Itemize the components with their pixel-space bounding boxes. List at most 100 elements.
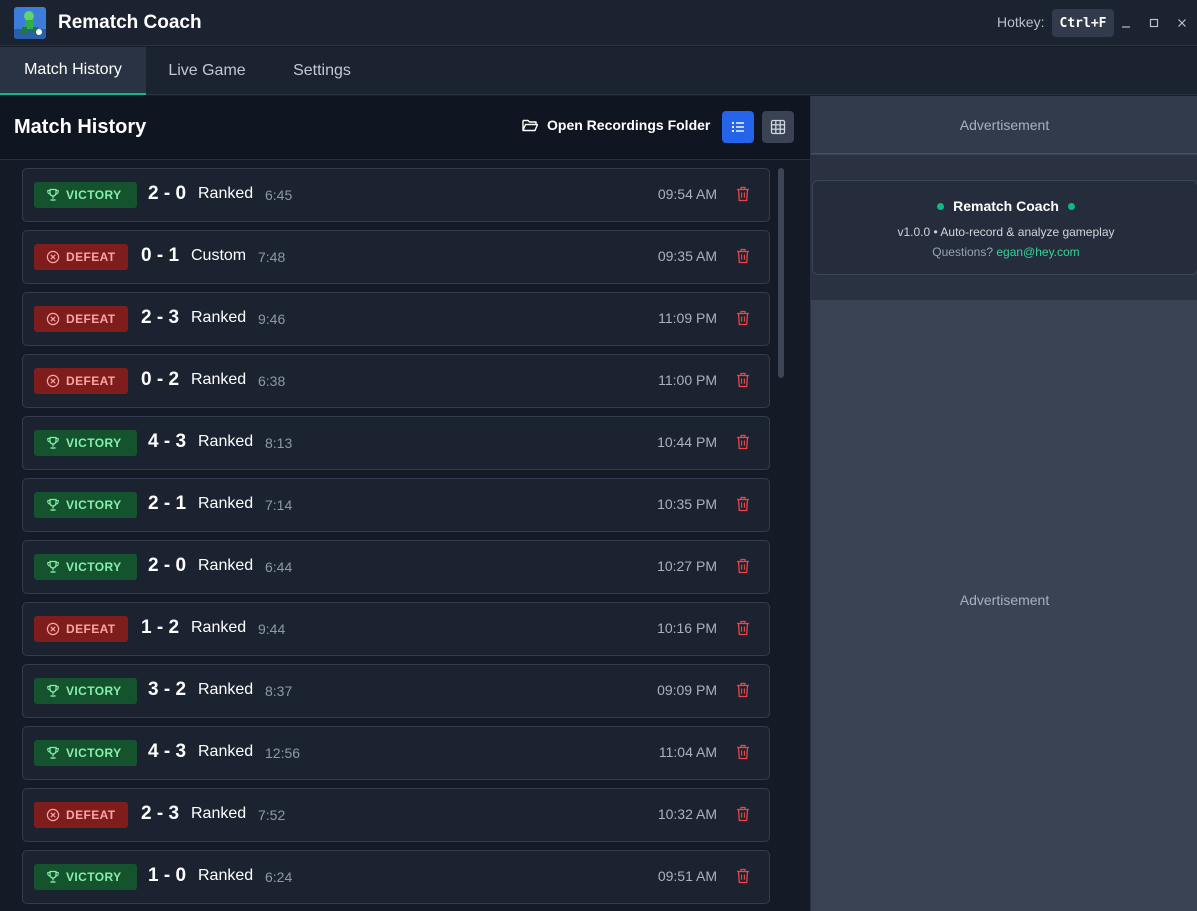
match-mode: Ranked: [191, 309, 247, 326]
match-mode: Ranked: [191, 371, 247, 388]
advertisement-banner-middle[interactable]: Advertisement: [811, 300, 1197, 900]
match-row[interactable]: VICTORY 3 - 2 Ranked 8:37 09:09 PM: [22, 664, 770, 718]
maximize-icon: [1149, 18, 1159, 28]
match-time: 10:35 PM: [657, 496, 717, 512]
page-title: Match History: [14, 116, 147, 138]
delete-match-button[interactable]: [736, 434, 752, 452]
match-row[interactable]: VICTORY 2 - 0 Ranked 6:44 10:27 PM: [22, 540, 770, 594]
delete-match-button[interactable]: [736, 868, 752, 886]
match-time: 10:32 AM: [657, 806, 717, 822]
hotkey-badge[interactable]: Ctrl+F: [1052, 9, 1114, 37]
match-row[interactable]: VICTORY 1 - 0 Ranked 6:24 09:51 AM: [22, 850, 770, 904]
close-button[interactable]: [1172, 12, 1192, 34]
defeat-badge: DEFEAT: [34, 616, 128, 642]
victory-badge: VICTORY: [34, 864, 137, 890]
open-recordings-folder-label: Open Recordings Folder: [547, 117, 711, 133]
result-label: VICTORY: [66, 436, 122, 450]
match-duration: 8:13: [265, 435, 293, 451]
delete-match-button[interactable]: [736, 682, 752, 700]
match-duration: 7:52: [258, 807, 286, 823]
victory-badge: VICTORY: [34, 492, 137, 518]
match-mode: Ranked: [198, 185, 254, 202]
x-circle-icon: [46, 374, 60, 388]
match-time: 10:16 PM: [657, 620, 717, 636]
match-duration: 6:44: [265, 559, 293, 575]
delete-match-button[interactable]: [736, 372, 752, 390]
match-time: 11:09 PM: [658, 310, 717, 326]
hotkey-label: Hotkey:: [997, 14, 1045, 30]
match-time: 11:04 AM: [658, 744, 717, 760]
status-dot-icon: [1067, 202, 1075, 210]
match-history-panel: Match History Open Recordings Folder VIC…: [0, 96, 810, 911]
match-duration: 7:48: [258, 249, 286, 265]
tab-settings[interactable]: Settings: [268, 47, 376, 95]
delete-match-button[interactable]: [736, 558, 752, 576]
x-circle-icon: [46, 808, 60, 822]
delete-match-button[interactable]: [736, 310, 752, 328]
match-row[interactable]: VICTORY 4 - 3 Ranked 8:13 10:44 PM: [22, 416, 770, 470]
defeat-badge: DEFEAT: [34, 244, 128, 270]
tab-bar: Match History Live Game Settings: [0, 47, 1197, 95]
match-duration: 6:24: [265, 869, 293, 885]
match-row[interactable]: VICTORY 4 - 3 Ranked 12:56 11:04 AM: [22, 726, 770, 780]
match-score: 2 - 0: [148, 183, 187, 204]
match-score: 2 - 3: [141, 803, 180, 824]
trophy-icon: [47, 188, 59, 201]
victory-badge: VICTORY: [34, 430, 137, 456]
trash-icon: [737, 434, 749, 450]
victory-badge: VICTORY: [34, 554, 137, 580]
app-info-card: Rematch Coach v1.0.0 • Auto-record & ana…: [812, 180, 1197, 275]
tab-live-game[interactable]: Live Game: [146, 47, 268, 95]
match-mode: Ranked: [198, 557, 254, 574]
trash-icon: [737, 558, 749, 574]
match-row[interactable]: VICTORY 2 - 1 Ranked 7:14 10:35 PM: [22, 478, 770, 532]
list-view-button[interactable]: [722, 111, 754, 143]
close-icon: [1178, 19, 1186, 27]
delete-match-button[interactable]: [736, 806, 752, 824]
delete-match-button[interactable]: [736, 744, 752, 762]
result-label: VICTORY: [66, 560, 122, 574]
questions-line: Questions? egan@hey.com: [813, 245, 1197, 259]
match-row[interactable]: DEFEAT 0 - 2 Ranked 6:38 11:00 PM: [22, 354, 770, 408]
match-row[interactable]: DEFEAT 2 - 3 Ranked 9:46 11:09 PM: [22, 292, 770, 346]
title-bar: Rematch Coach Hotkey: Ctrl+F: [0, 0, 1197, 46]
match-mode: Ranked: [198, 867, 254, 884]
match-duration: 12:56: [265, 745, 301, 761]
result-label: VICTORY: [66, 684, 122, 698]
contact-email-link[interactable]: egan@hey.com: [996, 245, 1079, 259]
folder-open-icon: [522, 119, 538, 132]
grid-view-button[interactable]: [762, 111, 794, 143]
trash-icon: [737, 620, 749, 636]
trash-icon: [737, 682, 749, 698]
match-time: 09:09 PM: [657, 682, 717, 698]
minimize-icon: [1122, 26, 1130, 28]
match-duration: 6:38: [258, 373, 286, 389]
match-row[interactable]: DEFEAT 1 - 2 Ranked 9:44 10:16 PM: [22, 602, 770, 656]
delete-match-button[interactable]: [736, 496, 752, 514]
result-label: DEFEAT: [66, 622, 116, 636]
maximize-button[interactable]: [1144, 12, 1164, 34]
status-dot-icon: [937, 202, 945, 210]
delete-match-button[interactable]: [736, 186, 752, 204]
result-label: VICTORY: [66, 498, 122, 512]
trash-icon: [737, 310, 749, 326]
match-time: 09:51 AM: [657, 868, 717, 884]
match-row[interactable]: DEFEAT 0 - 1 Custom 7:48 09:35 AM: [22, 230, 770, 284]
match-duration: 6:45: [265, 187, 293, 203]
minimize-button[interactable]: [1116, 12, 1136, 34]
delete-match-button[interactable]: [736, 620, 752, 638]
trophy-icon: [47, 560, 59, 573]
open-recordings-folder-button[interactable]: Open Recordings Folder: [522, 117, 710, 133]
app-title: Rematch Coach: [58, 12, 202, 33]
match-score: 1 - 0: [148, 865, 187, 886]
match-row[interactable]: VICTORY 2 - 0 Ranked 6:45 09:54 AM: [22, 168, 770, 222]
advertisement-banner-top[interactable]: Advertisement: [811, 96, 1197, 154]
tab-match-history[interactable]: Match History: [0, 47, 146, 95]
scrollbar-thumb[interactable]: [778, 168, 784, 378]
match-row[interactable]: DEFEAT 2 - 3 Ranked 7:52 10:32 AM: [22, 788, 770, 842]
match-score: 4 - 3: [148, 741, 187, 762]
delete-match-button[interactable]: [736, 248, 752, 266]
trash-icon: [737, 744, 749, 760]
match-score: 1 - 2: [141, 617, 180, 638]
panel-header: Match History Open Recordings Folder: [0, 96, 810, 160]
